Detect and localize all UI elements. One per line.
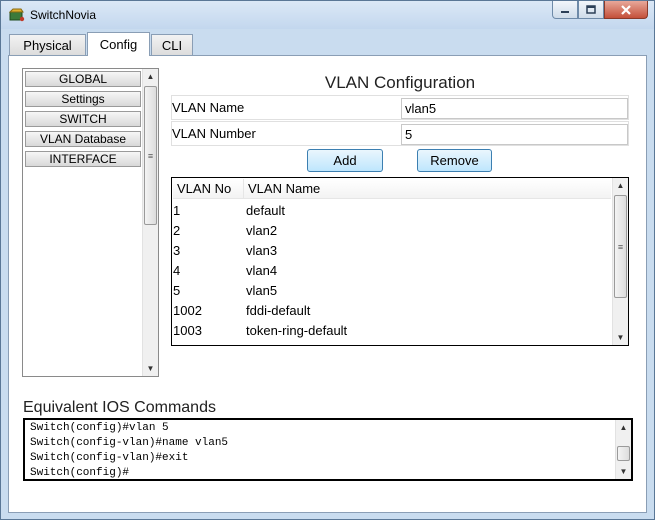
tab-label: Config bbox=[99, 37, 138, 52]
table-row[interactable]: 2 vlan2 bbox=[173, 220, 611, 240]
vlan-name-label: VLAN Name bbox=[172, 100, 245, 115]
add-button-label: Add bbox=[333, 153, 357, 168]
remove-button[interactable]: Remove bbox=[417, 149, 492, 172]
sidebar-item-label: SWITCH bbox=[59, 112, 107, 126]
table-row[interactable]: 1003 token-ring-default bbox=[173, 320, 611, 340]
vlan-number-label: VLAN Number bbox=[172, 126, 256, 141]
ios-command-line: Switch(config)#vlan 5 bbox=[30, 422, 169, 434]
tab-config[interactable]: Config bbox=[87, 32, 150, 56]
table-scrollbar[interactable]: ▲ ≡ ▼ bbox=[612, 178, 628, 345]
ios-command-line: Switch(config)# bbox=[30, 467, 130, 479]
config-panel: GLOBAL Settings SWITCH VLAN Database INT… bbox=[8, 55, 647, 513]
ios-commands-box[interactable]: Switch(config)#vlan 5 Switch(config-vlan… bbox=[23, 418, 633, 481]
add-button[interactable]: Add bbox=[307, 149, 383, 172]
switch-app-icon bbox=[9, 8, 25, 22]
vlan-config-heading: VLAN Configuration bbox=[324, 73, 476, 92]
scroll-down-arrow-icon[interactable]: ▼ bbox=[616, 464, 631, 479]
ios-scrollbar[interactable]: ▲ ▼ bbox=[615, 420, 631, 479]
vlan-table: VLAN No VLAN Name 1 default 2 vlan2 3 vl… bbox=[171, 177, 629, 346]
title-bar[interactable]: SwitchNovia bbox=[1, 1, 654, 29]
vlan-number-row: VLAN Number 5 bbox=[171, 121, 629, 146]
maximize-icon bbox=[586, 5, 596, 14]
vlan-name-input[interactable]: vlan5 bbox=[401, 98, 628, 119]
vlan-number-input[interactable]: 5 bbox=[401, 124, 628, 145]
sidebar-scrollbar[interactable]: ▲ ≡ ▼ bbox=[142, 69, 158, 376]
sidebar-item-switch[interactable]: SWITCH bbox=[25, 111, 141, 127]
vlan-name-cell: token-ring-default bbox=[246, 322, 348, 338]
table-row[interactable]: 1002 fddi-default bbox=[173, 300, 611, 320]
vlan-no-cell: 1002 bbox=[173, 302, 202, 318]
scroll-thumb[interactable] bbox=[617, 446, 630, 461]
table-row[interactable]: 5 vlan5 bbox=[173, 280, 611, 300]
vlan-no-cell: 2 bbox=[173, 222, 181, 238]
ios-command-line: Switch(config-vlan)#exit bbox=[30, 452, 189, 464]
config-sidebar: GLOBAL Settings SWITCH VLAN Database INT… bbox=[22, 68, 159, 377]
scroll-up-arrow-icon[interactable]: ▲ bbox=[616, 420, 631, 435]
sidebar-item-label: Settings bbox=[61, 92, 105, 106]
scroll-up-arrow-icon[interactable]: ▲ bbox=[143, 69, 158, 84]
maximize-button[interactable] bbox=[578, 1, 604, 19]
ios-command-line: Switch(config-vlan)#name vlan5 bbox=[30, 437, 229, 449]
sidebar-item-label: GLOBAL bbox=[58, 72, 108, 86]
table-header: VLAN No VLAN Name bbox=[173, 179, 611, 199]
window-title: SwitchNovia bbox=[30, 8, 97, 22]
vlan-name-cell: fddi-default bbox=[246, 302, 311, 318]
vlan-name-cell: vlan2 bbox=[246, 222, 278, 238]
vlan-no-cell: 1003 bbox=[173, 322, 202, 338]
sidebar-item-label: INTERFACE bbox=[49, 152, 117, 166]
tab-label: Physical bbox=[23, 37, 72, 53]
tab-cli[interactable]: CLI bbox=[151, 34, 193, 55]
remove-button-label: Remove bbox=[430, 153, 479, 168]
vlan-no-cell: 4 bbox=[173, 262, 181, 278]
switch-config-window: SwitchNovia Physical Config CLI GLOBAL S… bbox=[0, 0, 655, 520]
scroll-thumb[interactable]: ≡ bbox=[144, 86, 157, 225]
sidebar-item-settings[interactable]: Settings bbox=[25, 91, 141, 107]
vlan-name-cell: vlan3 bbox=[246, 242, 278, 258]
scroll-down-arrow-icon[interactable]: ▼ bbox=[143, 361, 158, 376]
table-row[interactable]: 1 default bbox=[173, 200, 611, 220]
scroll-thumb[interactable]: ≡ bbox=[614, 195, 627, 298]
close-button[interactable] bbox=[604, 1, 648, 19]
scroll-up-arrow-icon[interactable]: ▲ bbox=[613, 178, 628, 193]
tab-label: CLI bbox=[161, 37, 183, 53]
vlan-name-cell: vlan4 bbox=[246, 262, 278, 278]
ios-commands-title: Equivalent IOS Commands bbox=[23, 399, 216, 416]
sidebar-item-global[interactable]: GLOBAL bbox=[25, 71, 141, 87]
minimize-icon bbox=[561, 10, 569, 13]
tab-physical[interactable]: Physical bbox=[9, 34, 86, 55]
table-row[interactable]: 4 vlan4 bbox=[173, 260, 611, 280]
minimize-button[interactable] bbox=[552, 1, 578, 19]
sidebar-item-interface[interactable]: INTERFACE bbox=[25, 151, 141, 167]
column-header-vlan-name[interactable]: VLAN Name bbox=[244, 179, 611, 198]
sidebar-item-label: VLAN Database bbox=[39, 132, 127, 146]
vlan-name-row: VLAN Name vlan5 bbox=[171, 95, 629, 120]
sidebar-item-vlan-database[interactable]: VLAN Database bbox=[25, 131, 141, 147]
close-icon bbox=[621, 4, 631, 15]
table-row[interactable]: 3 vlan3 bbox=[173, 240, 611, 260]
scroll-down-arrow-icon[interactable]: ▼ bbox=[613, 330, 628, 345]
vlan-name-cell: vlan5 bbox=[246, 282, 278, 298]
window-controls bbox=[552, 1, 648, 20]
vlan-no-cell: 1 bbox=[173, 202, 181, 218]
vlan-no-cell: 5 bbox=[173, 282, 181, 298]
vlan-no-cell: 3 bbox=[173, 242, 181, 258]
column-header-vlan-no[interactable]: VLAN No bbox=[173, 179, 244, 198]
vlan-name-cell: default bbox=[246, 202, 286, 218]
